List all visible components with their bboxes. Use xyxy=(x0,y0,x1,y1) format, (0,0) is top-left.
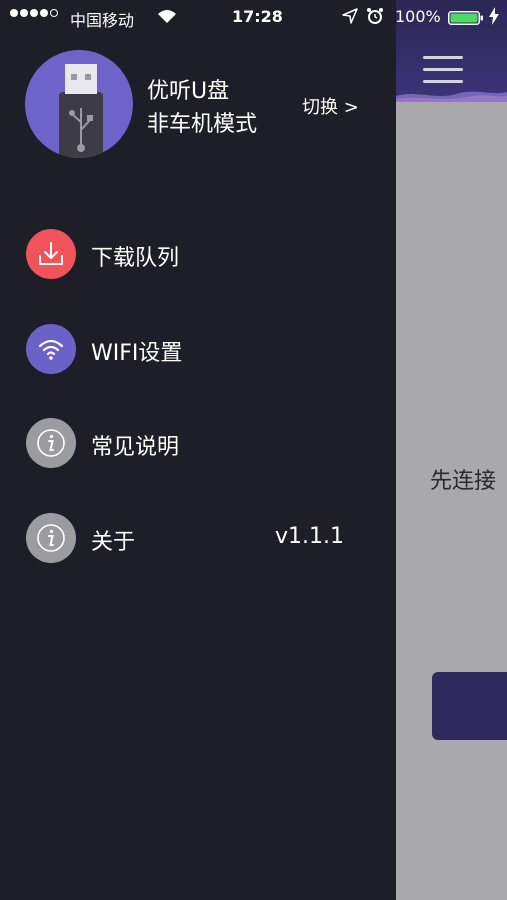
charging-icon xyxy=(488,7,500,29)
menu-icon[interactable] xyxy=(423,56,463,84)
menu-item-wifi-settings[interactable]: WIFI设置 xyxy=(0,314,396,384)
device-name: 优听U盘 xyxy=(147,79,230,104)
status-bar: 中国移动 17:28 100% xyxy=(0,0,507,34)
battery-percentage: 100% xyxy=(395,7,441,26)
menu-label-faq: 常见说明 xyxy=(91,435,180,460)
side-drawer: 优听U盘 非车机模式 切换 > 下载队列 WIFI设置 常见说明 关于 v1.1… xyxy=(0,0,396,900)
info-icon xyxy=(26,513,76,563)
menu-label-download-queue: 下载队列 xyxy=(91,246,180,271)
wifi-status-icon xyxy=(157,8,177,28)
menu-label-wifi-settings: WIFI设置 xyxy=(91,341,183,366)
header-wave xyxy=(396,91,507,102)
menu-item-download-queue[interactable]: 下载队列 xyxy=(0,219,396,289)
carrier-name: 中国移动 xyxy=(70,11,135,30)
download-icon xyxy=(26,229,76,279)
signal-strength-icon xyxy=(10,9,58,17)
switch-mode-button[interactable]: 切换 > xyxy=(302,93,359,119)
info-icon xyxy=(26,418,76,468)
wifi-icon xyxy=(26,324,76,374)
connect-button[interactable] xyxy=(432,672,507,740)
clock: 17:28 xyxy=(232,7,283,26)
menu-item-faq[interactable]: 常见说明 xyxy=(0,408,396,478)
menu-label-about: 关于 xyxy=(91,530,136,555)
battery-icon xyxy=(448,10,483,25)
main-screen[interactable]: 先连接 xyxy=(396,0,507,900)
connect-prompt: 先连接 xyxy=(430,469,497,494)
alarm-icon xyxy=(366,7,384,29)
menu-item-about[interactable]: 关于 v1.1.1 xyxy=(0,503,396,573)
location-icon xyxy=(342,8,358,28)
usb-drive-icon xyxy=(25,50,133,158)
app-version: v1.1.1 xyxy=(275,524,344,549)
device-mode: 非车机模式 xyxy=(147,112,258,137)
